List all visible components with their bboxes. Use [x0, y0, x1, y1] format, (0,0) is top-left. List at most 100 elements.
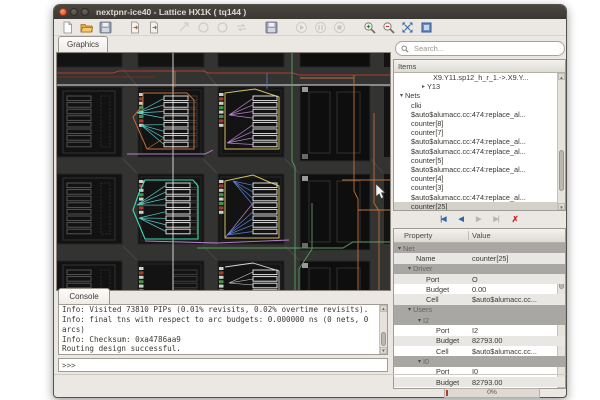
search-input[interactable]	[412, 43, 559, 54]
property-group-label: I2	[423, 316, 429, 325]
property-row[interactable]: ▾Driver	[394, 264, 565, 274]
export-2-button[interactable]	[148, 21, 161, 34]
property-row[interactable]: Cell$auto$alumacc.cc...	[394, 294, 565, 304]
collapse-icon[interactable]: ▾	[418, 358, 421, 365]
titlebar[interactable]: nextpnr-ice40 - Lattice HX1K ( tq144 )	[54, 5, 566, 19]
items-scrollbar[interactable]: ▲ ▼	[557, 73, 565, 210]
zoom-fit-button[interactable]	[401, 21, 414, 34]
console-scrollbar[interactable]: ▲ ▼	[379, 305, 387, 354]
close-button[interactable]	[59, 8, 67, 16]
save-run-button[interactable]	[265, 21, 278, 34]
property-row[interactable]: ▾I0	[394, 356, 565, 366]
tree-item[interactable]: $auto$alumacc.cc:474:replace_al...	[394, 110, 565, 119]
zoom-out-icon	[382, 21, 395, 34]
tree-item-label: Y13	[427, 82, 440, 91]
first-button[interactable]: |◀	[440, 216, 445, 223]
scroll-up-icon[interactable]: ▲	[380, 305, 387, 312]
zoom-in-button[interactable]	[363, 21, 376, 34]
save-button[interactable]	[99, 21, 112, 34]
prev-button[interactable]: ◀	[459, 216, 463, 223]
property-value[interactable]: O	[472, 275, 556, 284]
tree-item[interactable]: counter[7]	[394, 128, 565, 137]
property-row[interactable]: Budget82793.00	[394, 336, 565, 346]
console-line: Info: final tns with respect to arc budg…	[62, 315, 376, 325]
items-scrollbar-thumb[interactable]	[559, 150, 564, 191]
tree-item[interactable]: X9.Y11.sp12_h_r_1.->.X9.Y...	[394, 73, 565, 82]
open-button[interactable]	[80, 21, 93, 34]
net-navigation: |◀◀▶▶|✗	[393, 212, 566, 227]
new-button[interactable]	[61, 21, 74, 34]
property-row[interactable]: Budget0.00	[394, 284, 565, 294]
gray-arrow-icon	[178, 21, 191, 34]
property-value[interactable]: 82793.00	[472, 336, 556, 345]
property-row[interactable]: Cell$auto$alumacc.cc...	[394, 346, 565, 356]
tree-item[interactable]: counter[8]	[394, 119, 565, 128]
tree-item-label: counter[25]	[411, 202, 448, 210]
collapse-icon[interactable]: ▾	[408, 265, 411, 272]
tab-console[interactable]: Console	[58, 288, 110, 304]
property-row[interactable]: ▾Users	[394, 305, 565, 315]
property-row[interactable]: Namecounter[25]	[394, 253, 565, 263]
items-tree[interactable]: ▲ ▼ X9.Y11.sp12_h_r_1.->.X9.Y...▸Y13▾Net…	[394, 73, 565, 210]
tree-item[interactable]: $auto$alumacc.cc:474:replace_al...	[394, 192, 565, 201]
zoom-out-button[interactable]	[382, 21, 395, 34]
collapse-icon[interactable]: ▾	[408, 306, 411, 313]
value-column-header: Value	[472, 231, 491, 240]
tree-item[interactable]: counter[25]	[394, 202, 565, 210]
property-value[interactable]: I2	[472, 326, 556, 335]
tree-item[interactable]: counter[3]	[394, 183, 565, 192]
tree-item[interactable]: $auto$alumacc.cc:474:replace_al...	[394, 137, 565, 146]
tab-graphics[interactable]: Graphics	[58, 36, 108, 52]
tool-1-button	[178, 21, 191, 34]
tree-item[interactable]: $auto$alumacc.cc:474:replace_al...	[394, 165, 565, 174]
tree-item[interactable]: $auto$alumacc.cc:474:replace_al...	[394, 147, 565, 156]
property-row[interactable]: PortI2	[394, 325, 565, 335]
fpga-canvas[interactable]	[56, 52, 391, 291]
property-name: Port	[394, 275, 439, 284]
property-row[interactable]: ▾Net	[394, 243, 565, 253]
property-row[interactable]: ▾I2	[394, 315, 565, 325]
stop-circle-icon	[333, 21, 346, 34]
tree-item[interactable]: counter[5]	[394, 156, 565, 165]
property-group-label: Net	[403, 244, 414, 253]
collapse-icon[interactable]: ▾	[400, 92, 403, 99]
zoom-selected-button[interactable]	[420, 21, 433, 34]
progress-fill	[446, 390, 448, 396]
zoom-fit-icon	[401, 21, 414, 34]
scroll-down-icon[interactable]: ▼	[380, 347, 387, 354]
property-value[interactable]: $auto$alumacc.cc...	[472, 295, 556, 304]
clear-button[interactable]: ✗	[512, 215, 519, 224]
minimize-button[interactable]	[70, 8, 78, 16]
maximize-button[interactable]	[81, 8, 89, 16]
play-circle-icon	[295, 21, 308, 34]
play-button	[295, 21, 308, 34]
progress-bar: 0%	[444, 388, 540, 398]
collapse-icon[interactable]: ▾	[398, 245, 401, 252]
tree-item-label: $auto$alumacc.cc:474:replace_al...	[411, 193, 526, 202]
property-value[interactable]: 0.00	[472, 285, 556, 294]
stop-button	[333, 21, 346, 34]
tree-item[interactable]: clki	[394, 101, 565, 110]
pause-circle-icon	[314, 21, 327, 34]
scroll-up-icon[interactable]: ▲	[558, 73, 565, 80]
property-row[interactable]: Port O	[394, 274, 565, 284]
search-box[interactable]	[395, 41, 565, 56]
expand-icon[interactable]: ▸	[422, 83, 425, 90]
console-prompt-input[interactable]: >>>	[58, 358, 388, 372]
export-1-button[interactable]	[129, 21, 142, 34]
tree-item[interactable]: counter[4]	[394, 174, 565, 183]
scroll-down-icon[interactable]: ▼	[558, 203, 565, 210]
collapse-icon[interactable]: ▾	[418, 317, 421, 324]
fpga-floorplan[interactable]	[57, 53, 390, 290]
console-log[interactable]: ▲ ▼ Info: Visited 73810 PIPs (0.01% revi…	[58, 304, 388, 355]
floppy-icon	[265, 21, 278, 34]
tree-item[interactable]: ▸Y13	[394, 82, 565, 91]
tree-item[interactable]: ▾Nets	[394, 91, 565, 100]
new-file-icon	[61, 21, 74, 34]
property-value[interactable]: counter[25]	[472, 254, 556, 263]
column-divider[interactable]	[468, 231, 469, 240]
console-scrollbar-thumb[interactable]	[381, 332, 386, 346]
tree-item-label: $auto$alumacc.cc:474:replace_al...	[411, 165, 526, 174]
property-value[interactable]: $auto$alumacc.cc...	[472, 347, 556, 356]
property-table[interactable]: ▲ ▼ ▾NetNamecounter[25]▾DriverPortOBudge…	[394, 243, 565, 388]
